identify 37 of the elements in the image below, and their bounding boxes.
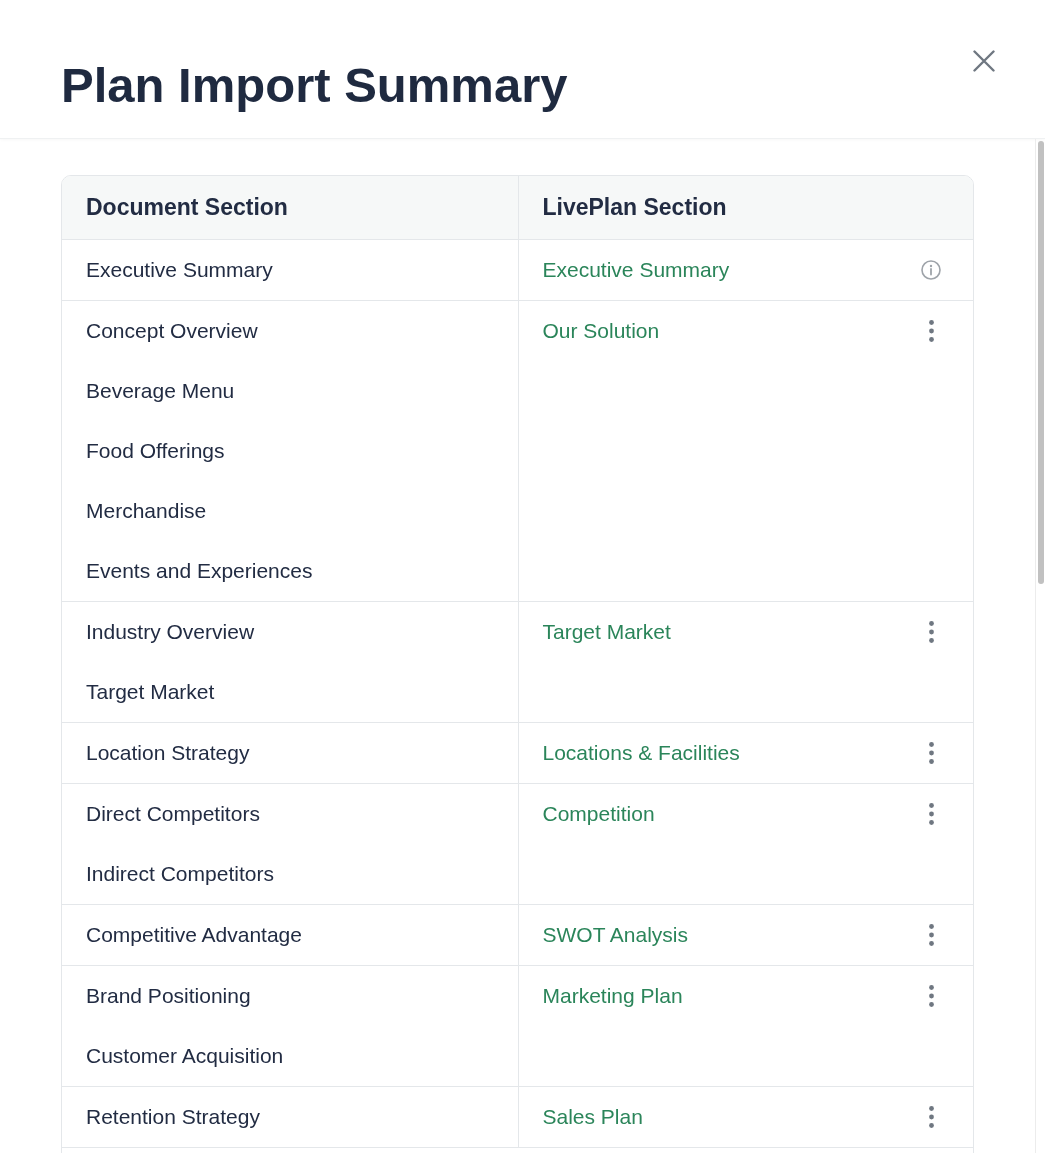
document-section-label: Beverage Menu [86, 379, 235, 403]
more-options-icon[interactable] [928, 621, 934, 643]
more-options-icon[interactable] [928, 924, 934, 946]
document-section-label: Events and Experiences [86, 559, 313, 583]
document-section-label: Executive Summary [86, 258, 273, 282]
column-header: LivePlan Section [542, 194, 727, 221]
column-header: Document Section [86, 194, 288, 221]
liveplan-section-label: Executive Summary [542, 258, 730, 282]
liveplan-section-label: Competition [542, 802, 655, 826]
document-section-label: Retention Strategy [86, 1105, 260, 1129]
scrollbar-thumb[interactable] [1038, 141, 1044, 584]
liveplan-section-label: Target Market [542, 620, 671, 644]
dialog-title: Plan Import Summary [61, 61, 568, 110]
document-section-label: Indirect Competitors [86, 862, 274, 886]
liveplan-section-label: Sales Plan [542, 1105, 643, 1129]
liveplan-section-label: Marketing Plan [542, 984, 683, 1008]
document-section-label: Customer Acquisition [86, 1044, 284, 1068]
document-section-label: Competitive Advantage [86, 923, 302, 947]
more-options-icon[interactable] [928, 742, 934, 764]
liveplan-section-label: SWOT Analysis [542, 923, 688, 947]
document-section-label: Food Offerings [86, 439, 225, 463]
document-section-label: Merchandise [86, 499, 207, 523]
document-section-label: Concept Overview [86, 319, 258, 343]
close-icon [973, 50, 995, 72]
document-section-label: Target Market [86, 680, 215, 704]
document-section-label: Industry Overview [86, 620, 255, 644]
info-icon [921, 260, 941, 280]
more-options-icon[interactable] [928, 1106, 934, 1128]
close-button[interactable] [973, 50, 995, 72]
liveplan-section-label: Our Solution [542, 319, 660, 343]
more-options-icon[interactable] [928, 985, 934, 1007]
more-options-icon[interactable] [928, 803, 934, 825]
liveplan-section-label: Locations & Facilities [542, 741, 740, 765]
document-section-label: Direct Competitors [86, 802, 260, 826]
document-section-label: Brand Positioning [86, 984, 251, 1008]
more-options-icon[interactable] [928, 320, 934, 342]
document-section-label: Location Strategy [86, 741, 250, 765]
